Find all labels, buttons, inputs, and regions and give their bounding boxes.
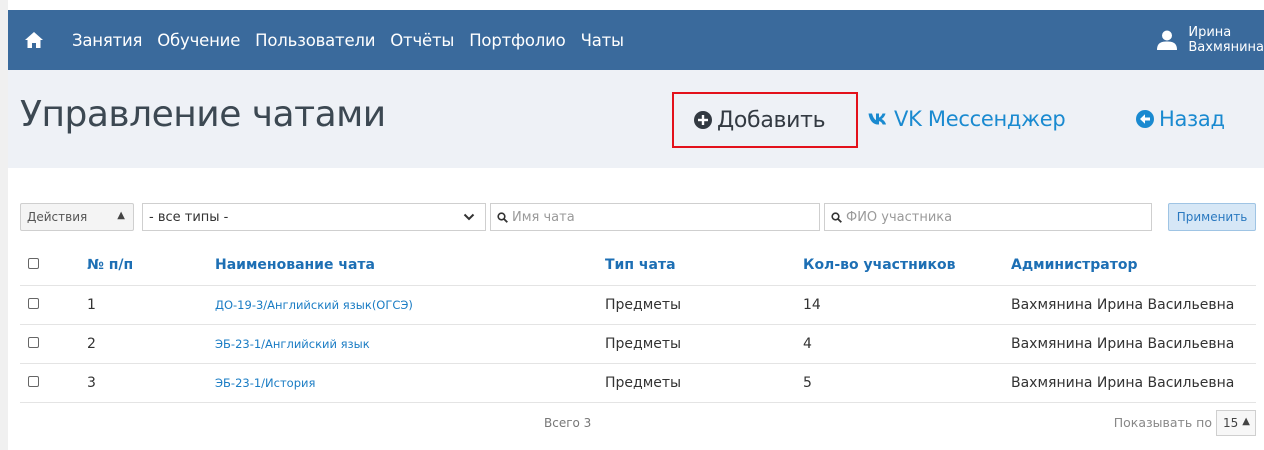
row-number: 1 [87, 285, 215, 325]
nav-item-learning[interactable]: Обучение [157, 31, 240, 50]
home-icon [25, 32, 43, 48]
row-checkbox[interactable] [28, 336, 39, 348]
home-button[interactable] [8, 10, 60, 70]
participant-count: 4 [803, 324, 1011, 364]
arrow-left-circle-icon [1136, 110, 1154, 128]
sort-arrows-icon: ▲︎ [117, 210, 125, 221]
page: Занятия Обучение Пользователи Отчёты Пор… [8, 0, 1264, 450]
select-all-cell [20, 245, 87, 286]
row-checkbox-cell [20, 285, 87, 325]
participant-count: 5 [803, 363, 1011, 403]
user-menu[interactable]: Ирина Вахмянина [1156, 10, 1264, 70]
nav-item-chats[interactable]: Чаты [581, 31, 624, 50]
table-footer: Всего 3 Показывать по 15 ▲︎ [20, 402, 1256, 444]
main-nav: Занятия Обучение Пользователи Отчёты Пор… [72, 10, 639, 70]
add-button[interactable]: Добавить [694, 104, 826, 136]
chat-type-select[interactable]: - все типы - [142, 203, 486, 231]
chevron-down-icon [463, 213, 475, 221]
nav-item-portfolio[interactable]: Портфолио [469, 31, 566, 50]
page-title: Управление чатами [20, 94, 386, 135]
sort-arrows-icon: ▲︎ [1242, 416, 1250, 427]
search-icon [831, 211, 842, 223]
user-last-name: Вахмянина [1188, 40, 1264, 55]
table-row: 2 ЭБ-23-1/Английский язык Предметы 4 Вах… [20, 324, 1256, 364]
chat-admin: Вахмянина Ирина Васильевна [1011, 363, 1256, 403]
search-icon [497, 211, 508, 223]
row-checkbox[interactable] [28, 375, 39, 387]
page-header: Управление чатами Добавить VK Мессенджер… [8, 70, 1264, 168]
select-all-checkbox[interactable] [28, 257, 39, 269]
column-header-count[interactable]: Кол-во участников [803, 245, 1011, 286]
column-header-name[interactable]: Наименование чата [215, 245, 605, 286]
user-first-name: Ирина [1188, 25, 1232, 40]
actions-select[interactable]: Действия ▲︎ [20, 203, 134, 231]
column-header-admin[interactable]: Администратор [1011, 245, 1256, 286]
table-row: 3 ЭБ-23-1/История Предметы 5 Вахмянина И… [20, 363, 1256, 403]
filter-bar: Действия ▲︎ - все типы - Имя чата ФИО уч… [20, 203, 1256, 231]
chat-type: Предметы [605, 363, 803, 403]
chat-admin: Вахмянина Ирина Васильевна [1011, 285, 1256, 325]
column-header-type[interactable]: Тип чата [605, 245, 803, 286]
user-name: Ирина Вахмянина [1188, 25, 1264, 55]
per-page-select[interactable]: 15 ▲︎ [1216, 410, 1256, 436]
participant-search-input[interactable]: ФИО участника [824, 203, 1152, 231]
back-label: Назад [1159, 107, 1225, 131]
participant-count: 14 [803, 285, 1011, 325]
chat-type: Предметы [605, 285, 803, 325]
add-button-label: Добавить [717, 107, 826, 133]
participant-placeholder: ФИО участника [846, 209, 953, 225]
nav-item-reports[interactable]: Отчёты [390, 31, 454, 50]
chat-admin: Вахмянина Ирина Васильевна [1011, 324, 1256, 364]
vk-messenger-label: VK Мессенджер [894, 107, 1066, 131]
column-header-number[interactable]: № п/п [87, 245, 215, 286]
row-number: 2 [87, 324, 215, 364]
nav-item-users[interactable]: Пользователи [255, 31, 375, 50]
row-checkbox-cell [20, 363, 87, 403]
chat-name-link[interactable]: ЭБ-23-1/История [215, 363, 605, 403]
chat-type-value: - все типы - [149, 209, 229, 225]
chats-table: № п/п Наименование чата Тип чата Кол-во … [20, 245, 1256, 403]
row-number: 3 [87, 363, 215, 403]
add-highlight-box: Добавить [672, 92, 858, 148]
top-navbar: Занятия Обучение Пользователи Отчёты Пор… [8, 10, 1264, 70]
back-button[interactable]: Назад [1136, 103, 1225, 135]
vk-messenger-button[interactable]: VK Мессенджер [868, 103, 1066, 135]
total-count: Всего 3 [544, 416, 592, 430]
table-row: 1 ДО-19-3/Английский язык(ОГСЭ) Предметы… [20, 285, 1256, 325]
row-checkbox-cell [20, 324, 87, 364]
chat-name-link[interactable]: ЭБ-23-1/Английский язык [215, 324, 605, 364]
plus-circle-icon [694, 111, 712, 129]
apply-button[interactable]: Применить [1168, 203, 1256, 231]
per-page-label: Показывать по [1113, 415, 1212, 430]
row-checkbox[interactable] [28, 297, 39, 309]
chat-name-search-input[interactable]: Имя чата [490, 203, 820, 231]
nav-item-lessons[interactable]: Занятия [72, 31, 142, 50]
chat-type: Предметы [605, 324, 803, 364]
actions-label: Действия [27, 210, 88, 224]
user-icon [1157, 30, 1178, 50]
vk-icon [868, 113, 886, 125]
per-page-value: 15 [1223, 416, 1239, 430]
chat-name-placeholder: Имя чата [512, 209, 575, 225]
chat-name-link[interactable]: ДО-19-3/Английский язык(ОГСЭ) [215, 285, 605, 325]
table-header-row: № п/п Наименование чата Тип чата Кол-во … [20, 245, 1256, 286]
